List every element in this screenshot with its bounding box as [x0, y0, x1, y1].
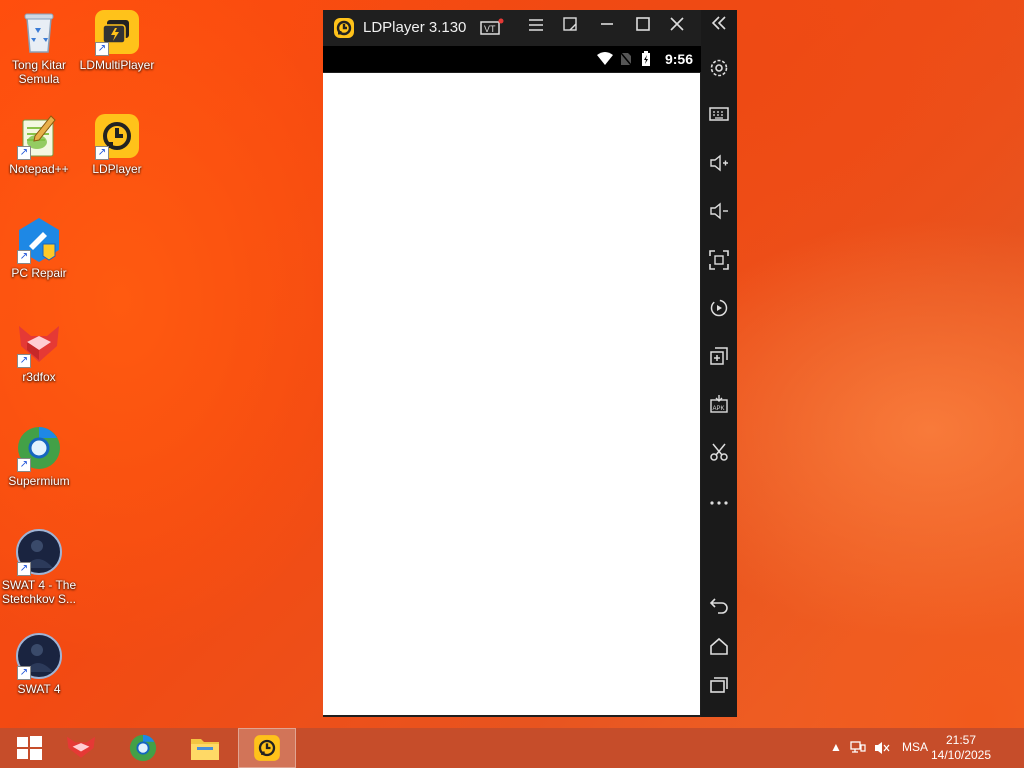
ldplayer-titlebar[interactable]: LDPlayer 3.130 VT — [323, 10, 701, 46]
taskbar: ▲ MSA 21:57 14/10/2025 — [0, 728, 1024, 768]
taskbar-ldplayer[interactable] — [238, 728, 296, 768]
desktop-icon-label: PC Repair — [11, 266, 67, 280]
taskbar-supermium[interactable] — [114, 728, 172, 768]
rotate-icon[interactable] — [707, 298, 731, 322]
input-language[interactable]: MSA — [902, 740, 928, 754]
ldplayer-icon — [254, 735, 280, 761]
battery-charging-icon — [641, 51, 651, 72]
vt-status-icon[interactable]: VT — [479, 16, 504, 40]
taskbar-r3dfox[interactable] — [52, 728, 110, 768]
ldmultiplayer-icon: ↗ — [93, 8, 141, 56]
window-title: LDPlayer 3.130 — [363, 19, 467, 36]
desktop-icon-label: SWAT 4 — [17, 682, 61, 696]
volume-up-icon[interactable] — [707, 154, 731, 178]
scissors-icon[interactable] — [707, 442, 731, 466]
shortcut-arrow-icon: ↗ — [95, 146, 109, 160]
collapse-sidebar-icon[interactable] — [707, 15, 731, 39]
supermium-icon: ↗ — [15, 424, 63, 472]
shortcut-arrow-icon: ↗ — [17, 250, 31, 264]
clock-time: 21:57 — [945, 733, 977, 747]
r3dfox-icon: ↗ — [15, 320, 63, 368]
recent-apps-icon[interactable] — [707, 676, 731, 700]
volume-muted-icon[interactable] — [874, 740, 890, 759]
show-hidden-icons-icon[interactable]: ▲ — [830, 740, 842, 754]
shortcut-arrow-icon: ↗ — [17, 146, 31, 160]
supermium-icon — [129, 734, 157, 762]
desktop-icon-label: LDPlayer — [92, 162, 142, 176]
pc-repair-icon: ↗ — [15, 216, 63, 264]
minimize-icon[interactable] — [595, 16, 619, 40]
desktop-icon-swat4-expansion[interactable]: ↗ SWAT 4 - The Stetchkov S... — [0, 528, 78, 606]
fullscreen-icon[interactable] — [707, 250, 731, 274]
r3dfox-icon — [67, 736, 95, 758]
desktop-icon-ldmultiplayer[interactable]: ↗ LDMultiPlayer — [78, 8, 156, 72]
taskbar-file-explorer[interactable] — [176, 728, 234, 768]
desktop-icon-r3dfox[interactable]: ↗ r3dfox — [0, 320, 78, 384]
recycle-bin-icon — [15, 8, 63, 56]
home-icon[interactable] — [707, 637, 731, 661]
shortcut-arrow-icon: ↗ — [95, 42, 109, 56]
wifi-icon — [596, 52, 614, 71]
network-icon[interactable] — [850, 740, 866, 759]
more-options-icon[interactable] — [707, 490, 731, 514]
android-screen[interactable] — [323, 73, 700, 715]
volume-down-icon[interactable] — [707, 202, 731, 226]
svg-text:APK: APK — [713, 406, 725, 412]
settings-gear-icon[interactable] — [707, 58, 731, 82]
resize-icon[interactable] — [558, 16, 582, 40]
desktop-icon-label: r3dfox — [22, 370, 56, 384]
install-apk-icon[interactable]: APK — [707, 394, 731, 418]
swat4-icon: ↗ — [15, 632, 63, 680]
clock[interactable]: 21:57 14/10/2025 — [926, 733, 996, 763]
desktop-icon-label: Tong Kitar Semula — [11, 58, 67, 86]
windows-logo-icon — [17, 736, 42, 760]
ldplayer-logo-icon — [334, 18, 354, 38]
desktop-icon-swat4[interactable]: ↗ SWAT 4 — [0, 632, 78, 696]
clock-date: 14/10/2025 — [930, 748, 992, 762]
ldplayer-icon: ↗ — [93, 112, 141, 160]
svg-text:VT: VT — [484, 24, 496, 34]
keyboard-icon[interactable] — [707, 106, 731, 130]
shortcut-arrow-icon: ↗ — [17, 666, 31, 680]
notepadpp-icon: ↗ — [15, 112, 63, 160]
desktop-icon-recycle-bin[interactable]: Tong Kitar Semula — [0, 8, 78, 86]
menu-icon[interactable] — [524, 16, 548, 40]
back-icon[interactable] — [707, 596, 731, 620]
close-icon[interactable] — [665, 16, 689, 40]
desktop-icon-pc-repair[interactable]: ↗ PC Repair — [0, 216, 78, 280]
shortcut-arrow-icon: ↗ — [17, 562, 31, 576]
desktop-icon-ldplayer[interactable]: ↗ LDPlayer — [78, 112, 156, 176]
desktop-icon-label: LDMultiPlayer — [79, 58, 155, 72]
desktop-icon-label: Notepad++ — [9, 162, 69, 176]
no-sim-icon — [620, 52, 632, 71]
desktop-icon-supermium[interactable]: ↗ Supermium — [0, 424, 78, 488]
start-button[interactable] — [0, 728, 58, 768]
folder-icon — [191, 739, 219, 760]
status-time: 9:56 — [664, 51, 693, 67]
maximize-icon[interactable] — [631, 16, 655, 40]
desktop-icon-label: Supermium — [8, 474, 70, 488]
swat4-expansion-icon: ↗ — [15, 528, 63, 576]
shortcut-arrow-icon: ↗ — [17, 458, 31, 472]
ldplayer-window[interactable]: LDPlayer 3.130 VT 9:56 APK — [323, 10, 737, 717]
multi-instance-icon[interactable] — [707, 346, 731, 370]
system-tray: ▲ MSA 21:57 14/10/2025 — [824, 728, 1024, 768]
shortcut-arrow-icon: ↗ — [17, 354, 31, 368]
android-status-bar: 9:56 — [323, 46, 701, 72]
desktop-icon-notepadpp[interactable]: ↗ Notepad++ — [0, 112, 78, 176]
desktop-icon-label: SWAT 4 - The Stetchkov S... — [1, 578, 77, 606]
ldplayer-sidebar: APK — [701, 10, 737, 717]
